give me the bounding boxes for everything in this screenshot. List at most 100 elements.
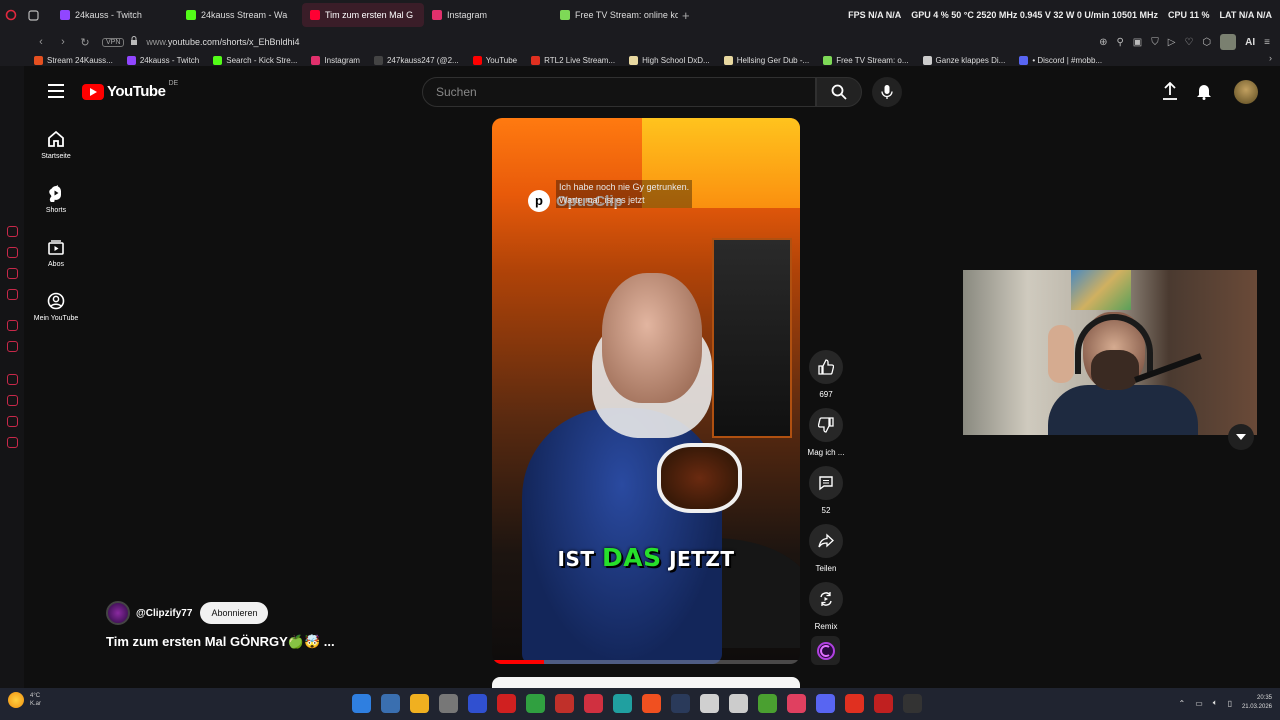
volume-icon[interactable]: 🔈︎ [1213,698,1218,708]
menu-icon[interactable]: ≡ [1264,37,1270,48]
workspaces-icon[interactable] [22,4,44,26]
bookmark-item[interactable]: High School DxD... [629,55,710,65]
tray-overflow-icon[interactable]: ⌃ [1178,699,1185,708]
sidebar-app-icon[interactable] [6,226,18,237]
nav-item-you[interactable]: Mein YouTube [24,280,88,334]
bookmark-item[interactable]: Ganze klappes Di... [922,55,1005,65]
taskbar-app-icon[interactable] [874,694,893,713]
hamburger-menu-icon[interactable] [48,84,64,98]
snapshot-icon[interactable]: ▣ [1133,37,1142,48]
sound-source-thumbnail[interactable] [811,636,840,665]
network-icon[interactable]: ▭ [1195,699,1203,708]
extensions-icon[interactable]: ⬡ [1202,37,1211,48]
vpn-badge[interactable]: VPN [102,37,125,47]
sidebar-app-icon[interactable] [6,247,18,258]
video-progress-bar[interactable] [492,660,800,664]
bookmark-item[interactable]: Search - Kick Stre... [213,55,297,65]
voice-search-button[interactable] [872,77,902,107]
bookmark-item[interactable]: 24kauss - Twitch [126,55,199,65]
ai-button[interactable]: AI [1245,37,1255,48]
tab-free-tv[interactable]: Free TV Stream: online ko [552,3,678,27]
sidebar-app-icon[interactable] [6,437,18,448]
sidebar-app-icon[interactable] [6,268,18,279]
taskbar-app-icon[interactable] [410,694,429,713]
sidebar-app-icon[interactable] [6,416,18,427]
taskbar-app-icon[interactable] [758,694,777,713]
like-button[interactable] [809,350,843,384]
heart-icon[interactable]: ♡ [1184,37,1193,48]
battery-icon[interactable]: ▯ [1228,699,1232,708]
kick-icon [186,10,196,20]
comments-button[interactable] [809,466,843,500]
taskbar-app-icon[interactable] [584,694,603,713]
taskbar-app-icon[interactable] [903,694,922,713]
taskbar-clock[interactable]: 20:35 21.03.2026 [1242,694,1272,712]
taskbar-app-icon[interactable] [381,694,400,713]
taskbar-app-icon[interactable] [787,694,806,713]
player-icon[interactable]: ▷ [1168,37,1176,48]
taskbar-app-icon[interactable] [845,694,864,713]
account-avatar[interactable] [1234,80,1258,104]
reload-icon[interactable]: ↻ [74,36,96,49]
zoom-icon[interactable]: ⊕ [1099,37,1107,48]
sidebar-app-icon[interactable] [6,395,18,406]
bookmark-item[interactable]: Stream 24Kauss... [34,55,113,65]
bookmark-item[interactable]: • Discord | #mobb... [1019,55,1102,65]
sidebar-app-icon[interactable] [6,341,18,352]
weather-widget[interactable]: 4°C K.ar [8,692,41,708]
sidebar-app-icon[interactable] [6,374,18,385]
subscribe-button[interactable]: Abonnieren [200,602,269,624]
taskbar-app-icon[interactable] [816,694,835,713]
tab-youtube-short[interactable]: Tim zum ersten Mal G [302,3,424,27]
taskbar-app-icon[interactable] [497,694,516,713]
shorts-video-player[interactable]: p OpusClip Ich habe noch nie Gy getrunke… [492,118,800,664]
youtube-logo[interactable]: YouTube DE [82,80,178,100]
nav-label: Shorts [45,207,67,214]
taskbar-app-icon[interactable] [729,694,748,713]
taskbar-app-icon[interactable] [468,694,487,713]
nav-item-subscriptions[interactable]: Abos [24,226,88,280]
bookmark-item[interactable]: Hellsing Ger Dub -... [723,55,809,65]
notifications-button[interactable] [1193,80,1215,102]
sidebar-app-icon[interactable] [6,320,18,331]
nav-item-shorts[interactable]: Shorts [24,172,88,226]
pin-icon[interactable]: ⚲ [1116,37,1123,48]
bookmark-item[interactable]: YouTube [472,55,517,65]
tab-twitch[interactable]: 24kauss - Twitch [52,3,178,27]
sidebar-app-icon[interactable] [6,289,18,300]
windows-start-icon[interactable] [352,694,371,713]
taskbar-app-icon[interactable] [642,694,661,713]
share-button[interactable] [809,524,843,558]
url-field[interactable]: www.youtube.com/shorts/x_EhBnldhi4 [146,37,299,47]
nav-item-home[interactable]: Startseite [24,118,88,172]
taskbar-app-icon[interactable] [555,694,574,713]
bookmark-item[interactable]: Free TV Stream: o... [823,55,909,65]
opera-menu-icon[interactable] [0,4,22,26]
tab-instagram[interactable]: Instagram [424,3,552,27]
dislike-button[interactable] [809,408,843,442]
video-title[interactable]: Tim zum ersten Mal GÖNRGY🍏🤯 ... [106,634,335,650]
bookmark-item[interactable]: 247kauss247 (@2... [373,55,459,65]
forward-icon[interactable]: › [52,36,74,48]
taskbar-app-icon[interactable] [671,694,690,713]
profile-avatar[interactable] [1220,34,1237,50]
upload-button[interactable] [1159,80,1181,102]
search-button[interactable] [816,77,862,107]
taskbar-app-icon[interactable] [439,694,458,713]
bookmark-item[interactable]: Instagram [311,55,360,65]
next-short-button[interactable] [1228,424,1254,450]
channel-avatar[interactable] [106,601,130,625]
new-tab-button[interactable]: + [682,8,690,23]
chevron-right-icon[interactable]: › [1269,53,1272,63]
back-icon[interactable]: ‹ [30,36,52,48]
tab-kick[interactable]: 24kauss Stream - Wa [178,3,302,27]
shield-icon[interactable]: ⛉ [1151,37,1159,48]
search-input[interactable] [436,85,815,99]
taskbar-app-icon[interactable] [613,694,632,713]
next-short-preview[interactable] [492,677,800,688]
taskbar-app-icon[interactable] [526,694,545,713]
channel-name-link[interactable]: @Clipzify77 [136,608,192,619]
bookmark-item[interactable]: RTL2 Live Stream... [531,55,615,65]
taskbar-app-icon[interactable] [700,694,719,713]
remix-button[interactable] [809,582,843,616]
